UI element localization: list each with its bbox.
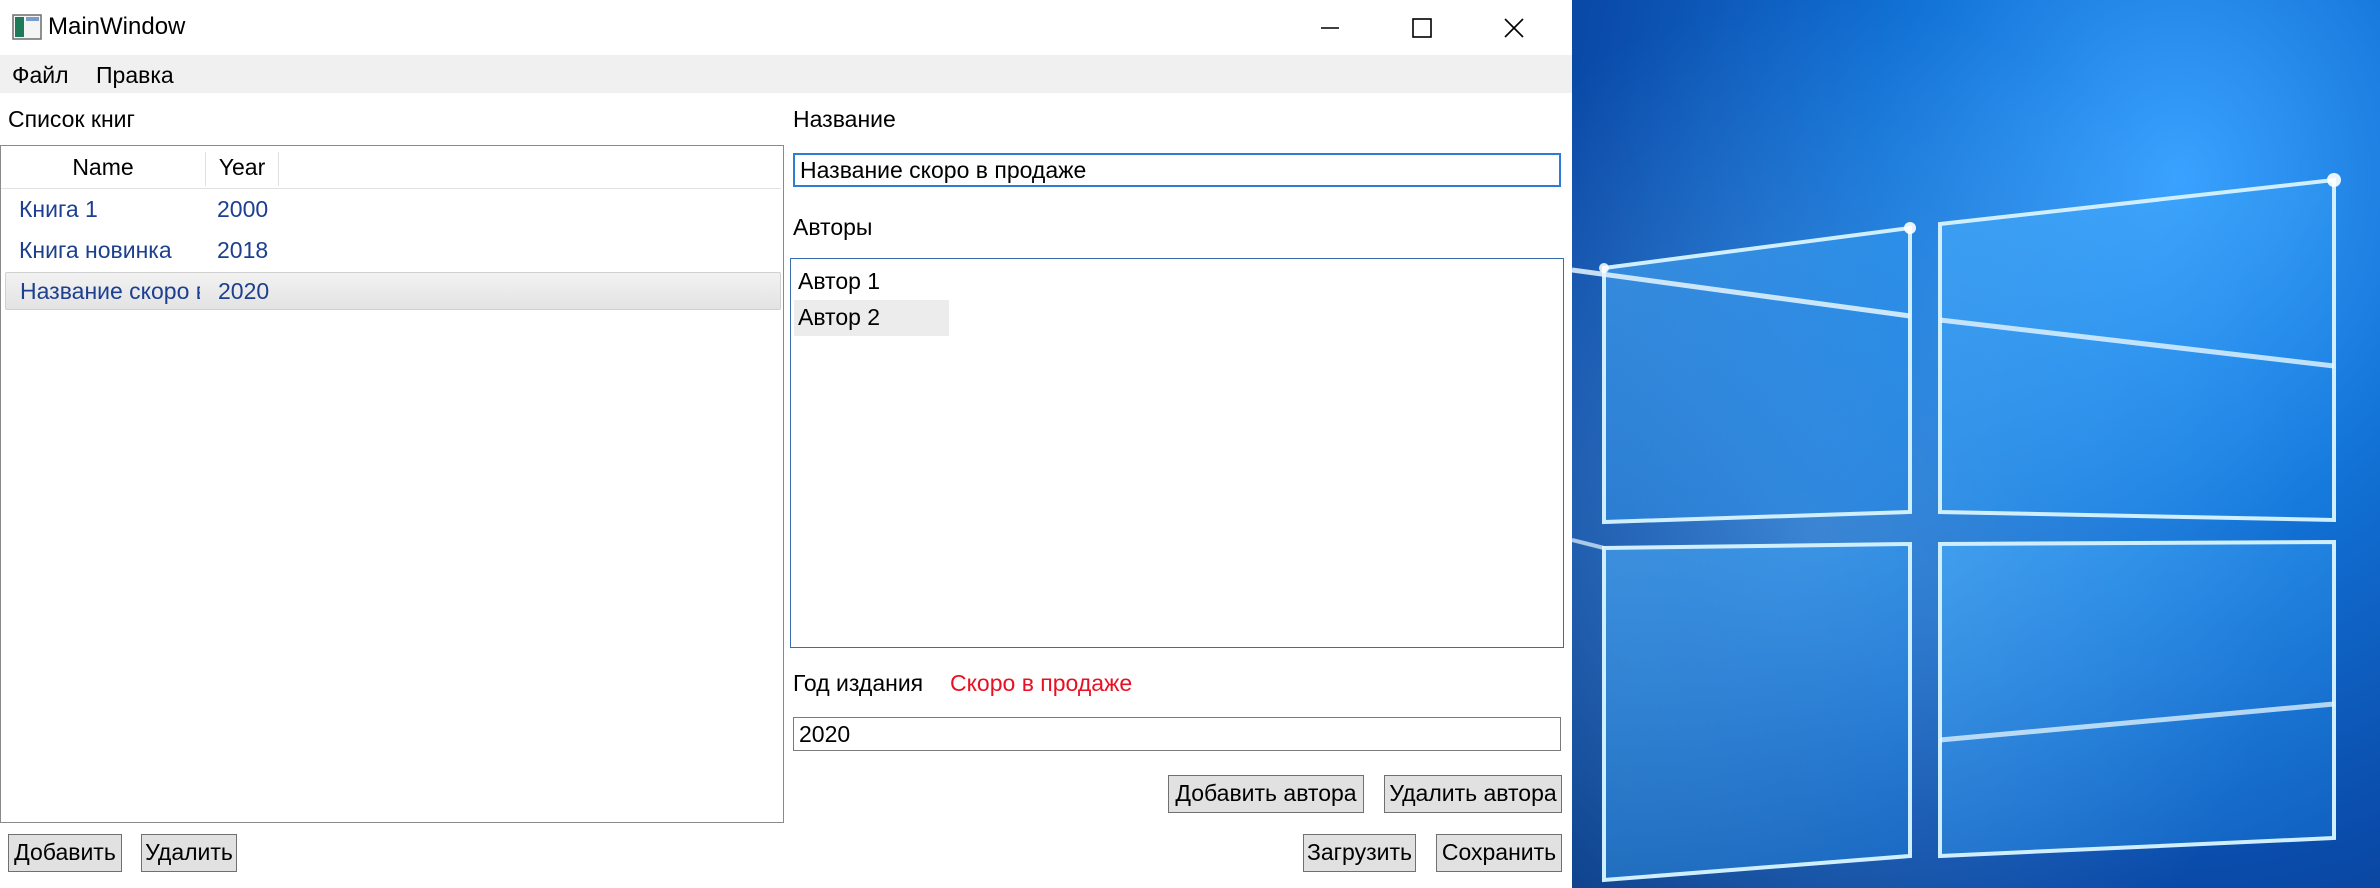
remove-book-button[interactable]: Удалить bbox=[141, 834, 237, 872]
column-header-name[interactable]: Name bbox=[1, 154, 205, 181]
book-row-selected[interactable]: Название скоро в продаже 2020 bbox=[5, 272, 781, 310]
add-book-button[interactable]: Добавить bbox=[8, 834, 122, 872]
authors-label: Авторы bbox=[793, 214, 873, 240]
maximize-icon bbox=[1412, 17, 1432, 38]
menu-bar: Файл Правка bbox=[0, 55, 1572, 93]
windows-logo-wallpaper bbox=[1572, 0, 2380, 888]
window-title: MainWindow bbox=[48, 13, 186, 40]
load-button[interactable]: Загрузить bbox=[1303, 834, 1416, 872]
year-input[interactable] bbox=[793, 717, 1561, 751]
author-item[interactable]: Автор 1 bbox=[794, 264, 949, 300]
year-status-text: Скоро в продаже bbox=[950, 670, 1133, 696]
close-icon bbox=[1504, 17, 1524, 38]
minimize-icon bbox=[1321, 26, 1339, 29]
column-divider[interactable] bbox=[278, 152, 279, 186]
author-item-selected[interactable]: Автор 2 bbox=[794, 300, 949, 336]
menu-file[interactable]: Файл bbox=[12, 62, 69, 89]
book-name: Название скоро в продаже bbox=[20, 278, 200, 304]
maximize-button[interactable] bbox=[1376, 0, 1468, 55]
minimize-button[interactable] bbox=[1284, 0, 1376, 55]
main-window: MainWindow Файл Правка Список книг Name … bbox=[0, 0, 1572, 888]
book-year: 2000 bbox=[217, 196, 269, 222]
book-row[interactable]: Книга новинка 2018 bbox=[5, 231, 781, 269]
desktop-wallpaper bbox=[1572, 0, 2380, 888]
book-year: 2018 bbox=[217, 237, 269, 263]
save-button[interactable]: Сохранить bbox=[1436, 834, 1562, 872]
title-input[interactable] bbox=[793, 153, 1561, 187]
column-header-year[interactable]: Year bbox=[206, 154, 278, 181]
menu-edit[interactable]: Правка bbox=[96, 62, 174, 89]
year-label: Год издания bbox=[793, 670, 924, 696]
title-bar[interactable]: MainWindow bbox=[0, 0, 1572, 55]
authors-listbox[interactable]: Автор 1 Автор 2 bbox=[790, 258, 1564, 648]
book-name: Книга новинка bbox=[19, 237, 172, 263]
remove-author-button[interactable]: Удалить автора bbox=[1384, 775, 1562, 813]
book-row[interactable]: Книга 1 2000 bbox=[5, 190, 781, 228]
title-label: Название bbox=[793, 106, 896, 132]
app-icon bbox=[12, 14, 42, 40]
book-year: 2020 bbox=[218, 278, 270, 304]
books-list-label: Список книг bbox=[8, 106, 135, 132]
book-name: Книга 1 bbox=[19, 196, 98, 222]
listview-header: Name Year bbox=[1, 148, 781, 189]
books-listview[interactable]: Name Year Книга 1 2000 Книга новинка 201… bbox=[0, 145, 784, 823]
add-author-button[interactable]: Добавить автора bbox=[1168, 775, 1364, 813]
close-button[interactable] bbox=[1468, 0, 1560, 55]
